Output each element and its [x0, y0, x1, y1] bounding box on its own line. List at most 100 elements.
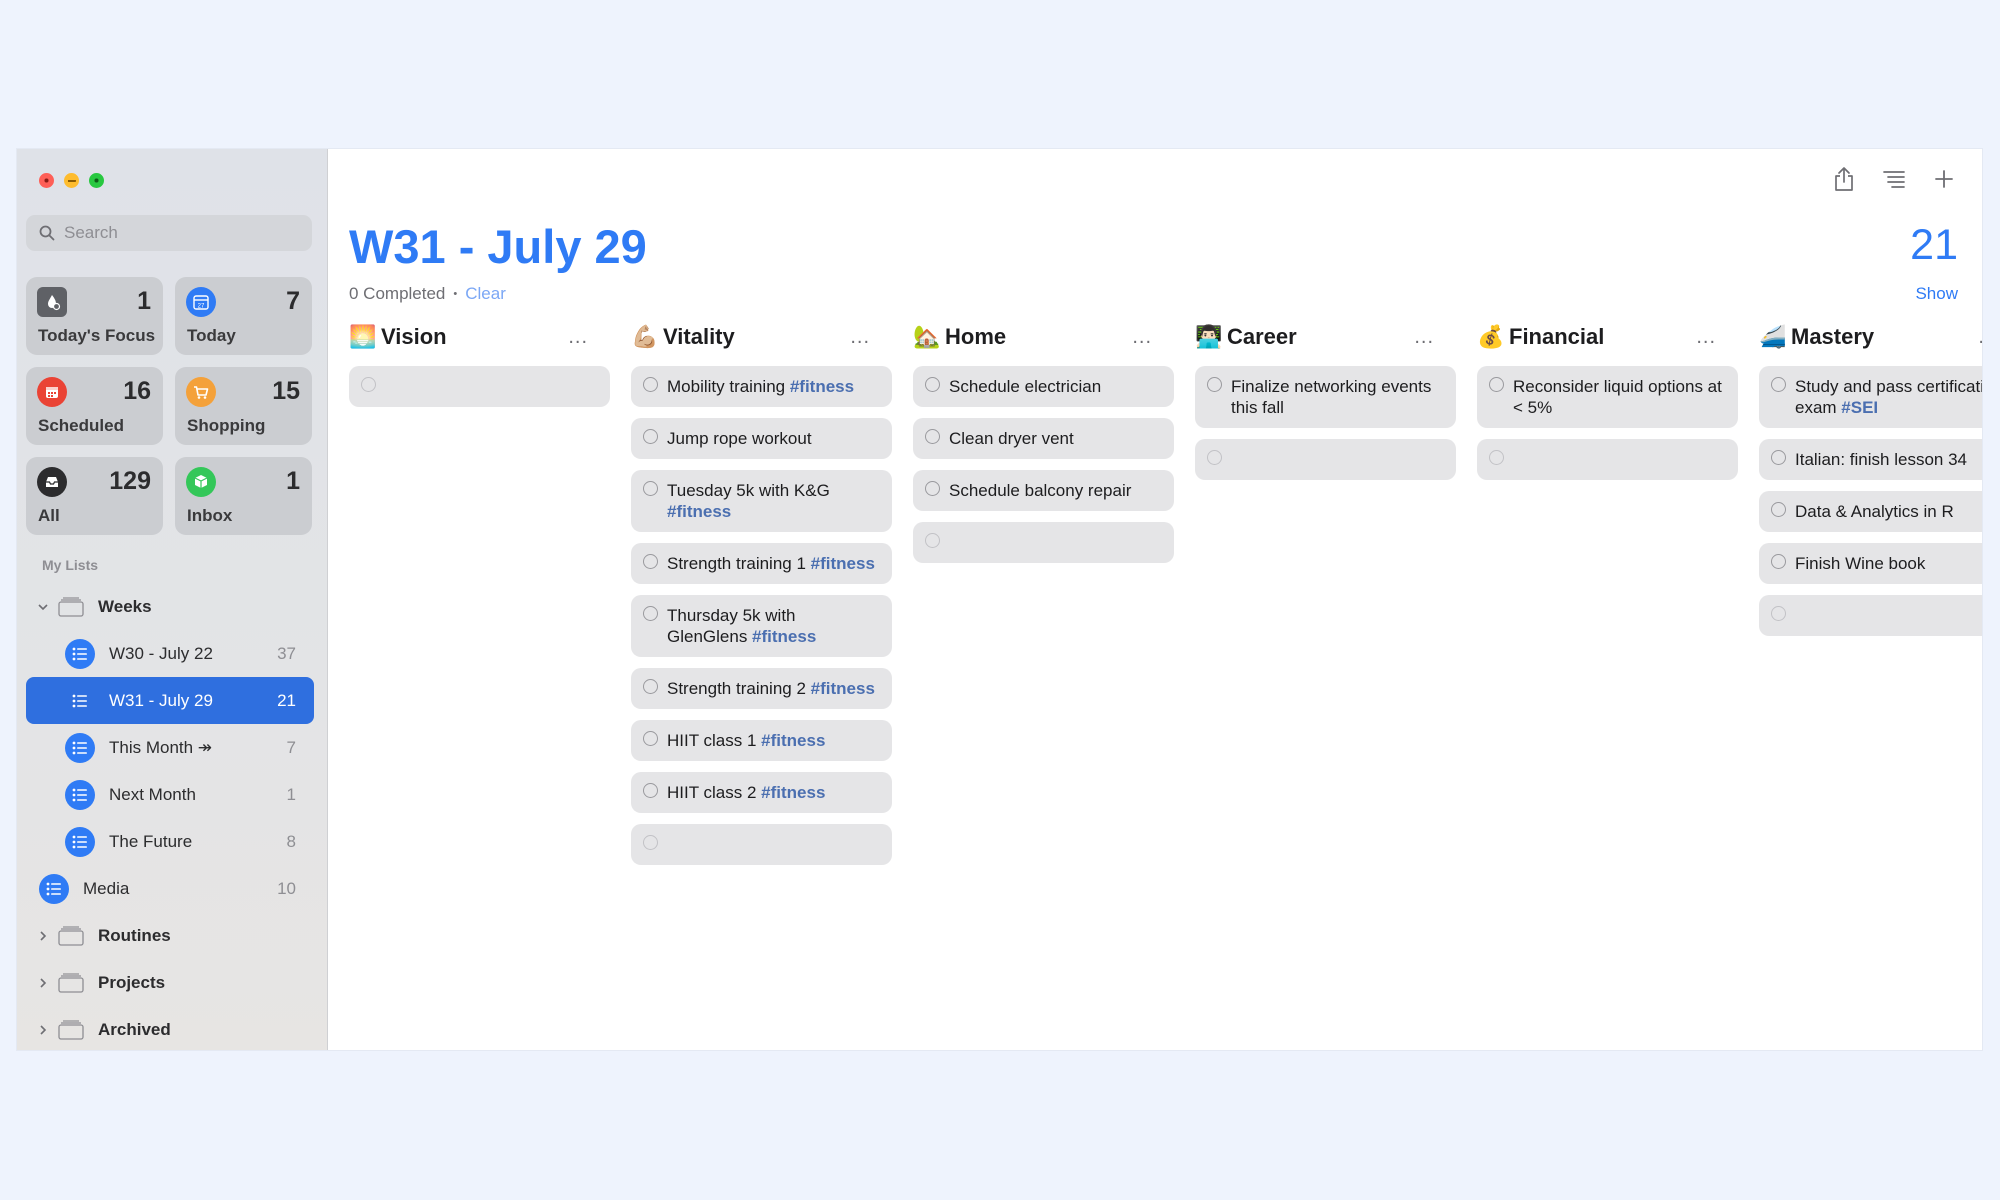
complete-checkbox[interactable]: [643, 783, 658, 798]
search-input[interactable]: [62, 222, 296, 244]
complete-checkbox[interactable]: [1771, 502, 1786, 517]
reminder-card[interactable]: Finalize networking events this fall: [1195, 366, 1456, 428]
reminder-card[interactable]: Tuesday 5k with K&G #fitness: [631, 470, 892, 532]
folder-stack-icon: [58, 1019, 84, 1040]
section-more-button[interactable]: ...: [1978, 326, 1982, 349]
list-item-w31[interactable]: W31 - July 29 21: [26, 677, 314, 724]
new-reminder-placeholder[interactable]: [913, 522, 1174, 563]
smart-list-inbox[interactable]: 1 Inbox: [175, 457, 312, 535]
new-reminder-placeholder[interactable]: [631, 824, 892, 865]
reminder-card[interactable]: HIIT class 2 #fitness: [631, 772, 892, 813]
group-name: Projects: [98, 972, 166, 992]
list-bullet-icon: [39, 873, 69, 904]
complete-checkbox[interactable]: [643, 554, 658, 569]
complete-checkbox[interactable]: [643, 481, 658, 496]
list-item-media[interactable]: Media 10: [26, 865, 314, 912]
complete-checkbox[interactable]: [925, 481, 940, 496]
box-icon: [186, 467, 216, 497]
complete-checkbox[interactable]: [1771, 450, 1786, 465]
reminder-card[interactable]: Schedule balcony repair: [913, 470, 1174, 511]
reminder-card[interactable]: Reconsider liquid options at < 5%: [1477, 366, 1738, 428]
list-item-the-future[interactable]: The Future 8: [26, 818, 314, 865]
reminder-title: Italian: finish lesson 34: [1795, 450, 1967, 469]
complete-checkbox[interactable]: [1207, 377, 1222, 392]
section-vitality: 💪🏼 Vitality... Mobility training #fitness J…: [631, 317, 892, 876]
list-name: Next Month: [109, 784, 196, 804]
chevron-right-icon[interactable]: [32, 977, 54, 989]
list-name: The Future: [109, 831, 193, 851]
chevron-down-icon[interactable]: [32, 601, 54, 613]
reminder-card[interactable]: Clean dryer vent: [913, 418, 1174, 459]
smart-list-today[interactable]: 27 7 Today: [175, 277, 312, 355]
complete-checkbox[interactable]: [643, 377, 658, 392]
reminder-card[interactable]: Thursday 5k with GlenGlens #fitness: [631, 595, 892, 657]
list-item-this-month[interactable]: This Month ↠ 7: [26, 724, 314, 771]
reminder-tag[interactable]: #fitness: [761, 731, 825, 750]
complete-checkbox[interactable]: [1489, 377, 1504, 392]
complete-checkbox[interactable]: [643, 606, 658, 621]
empty-checkbox: [1207, 450, 1222, 465]
new-reminder-placeholder[interactable]: [1195, 439, 1456, 480]
section-more-button[interactable]: ...: [1414, 326, 1434, 349]
complete-checkbox[interactable]: [643, 731, 658, 746]
section-emoji-icon: 💪🏼: [631, 324, 659, 349]
section-more-button[interactable]: ...: [1132, 326, 1152, 349]
reminder-card[interactable]: Italian: finish lesson 34: [1759, 439, 1982, 480]
reminder-card[interactable]: Strength training 1 #fitness: [631, 543, 892, 584]
smart-list-todays-focus[interactable]: 1 Today's Focus: [26, 277, 163, 355]
complete-checkbox[interactable]: [1771, 554, 1786, 569]
fullscreen-window-button[interactable]: [89, 173, 104, 188]
section-name: Vision: [381, 324, 447, 349]
complete-checkbox[interactable]: [925, 377, 940, 392]
new-reminder-placeholder[interactable]: [349, 366, 610, 407]
complete-checkbox[interactable]: [925, 429, 940, 444]
chevron-right-icon[interactable]: [32, 1024, 54, 1036]
new-reminder-placeholder[interactable]: [1759, 595, 1982, 636]
section-more-button[interactable]: ...: [1696, 326, 1716, 349]
complete-checkbox[interactable]: [643, 679, 658, 694]
complete-checkbox[interactable]: [643, 429, 658, 444]
reminder-tag[interactable]: #SEI: [1841, 398, 1878, 417]
close-window-button[interactable]: [39, 173, 54, 188]
folder-stack-icon: [58, 972, 84, 993]
minimize-window-button[interactable]: [64, 173, 79, 188]
reminder-card[interactable]: HIIT class 1 #fitness: [631, 720, 892, 761]
reminder-card[interactable]: Strength training 2 #fitness: [631, 668, 892, 709]
search-field[interactable]: [26, 215, 312, 251]
section-more-button[interactable]: ...: [568, 326, 588, 349]
reminder-tag[interactable]: #fitness: [752, 627, 816, 646]
new-reminder-placeholder[interactable]: [1477, 439, 1738, 480]
smart-list-shopping[interactable]: 15 Shopping: [175, 367, 312, 445]
tile-label: Shopping: [187, 416, 266, 435]
list-bullet-icon: [65, 779, 95, 810]
reminder-tag[interactable]: #fitness: [790, 377, 854, 396]
group-archived[interactable]: Archived: [26, 1006, 314, 1050]
reminder-title: Study and pass certification exam: [1795, 377, 1982, 417]
reminder-tag[interactable]: #fitness: [667, 502, 731, 521]
reminder-card[interactable]: Jump rope workout: [631, 418, 892, 459]
smart-list-scheduled[interactable]: 16 Scheduled: [26, 367, 163, 445]
list-item-next-month[interactable]: Next Month 1: [26, 771, 314, 818]
reminder-tag[interactable]: #fitness: [811, 679, 875, 698]
complete-checkbox[interactable]: [1771, 377, 1786, 392]
empty-checkbox: [1771, 606, 1786, 621]
reminder-tag[interactable]: #fitness: [811, 554, 875, 573]
group-weeks[interactable]: Weeks: [26, 583, 314, 630]
chevron-right-icon[interactable]: [32, 930, 54, 942]
group-projects[interactable]: Projects: [26, 959, 314, 1006]
section-vision: 🌅 Vision...: [349, 317, 610, 876]
reminder-title: Jump rope workout: [667, 429, 812, 448]
reminder-card[interactable]: Data & Analytics in R: [1759, 491, 1982, 532]
list-item-w30[interactable]: W30 - July 22 37: [26, 630, 314, 677]
section-emoji-icon: 💰: [1477, 324, 1505, 349]
reminder-card[interactable]: Schedule electrician: [913, 366, 1174, 407]
reminder-card[interactable]: Study and pass certification exam #SEI: [1759, 366, 1982, 428]
group-routines[interactable]: Routines: [26, 912, 314, 959]
reminder-card[interactable]: Mobility training #fitness: [631, 366, 892, 407]
reminder-tag[interactable]: #fitness: [761, 783, 825, 802]
section-more-button[interactable]: ...: [850, 326, 870, 349]
reminder-card[interactable]: Finish Wine book: [1759, 543, 1982, 584]
reminder-title: Tuesday 5k with K&G: [667, 481, 830, 500]
section-name: Career: [1227, 324, 1297, 349]
smart-list-all[interactable]: 129 All: [26, 457, 163, 535]
